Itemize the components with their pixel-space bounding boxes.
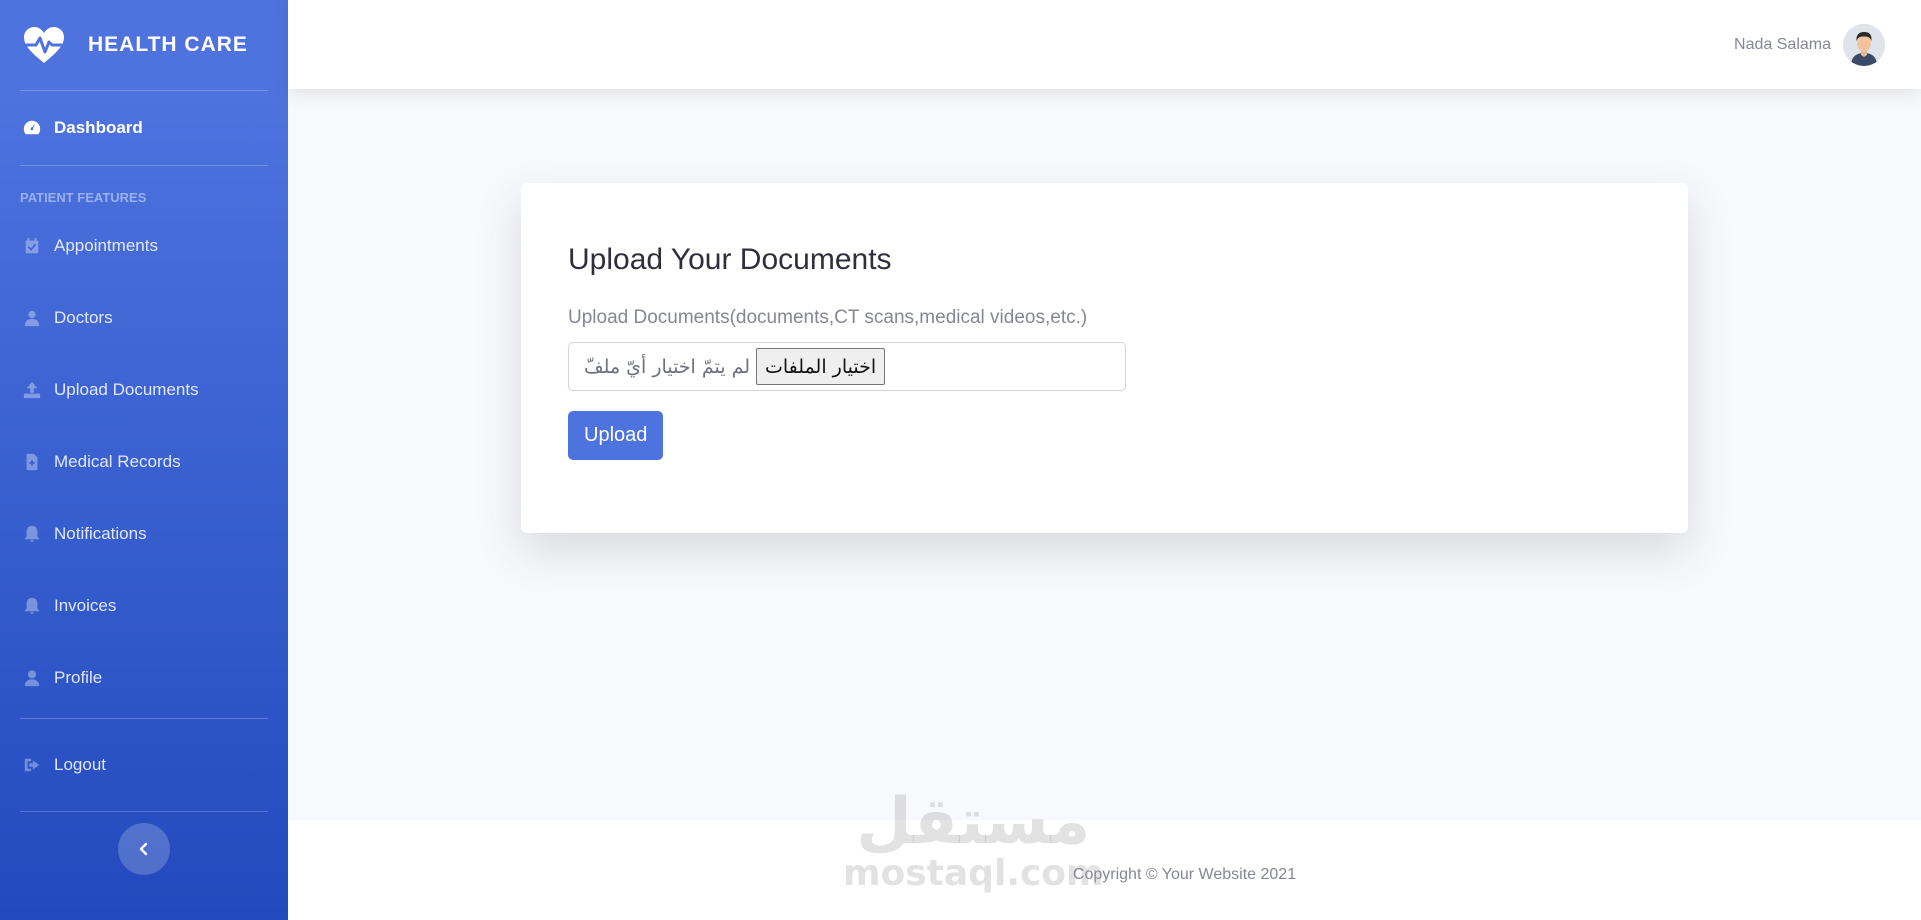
calendar-check-icon [22,236,42,256]
sidebar-item-doctors[interactable]: Doctors [0,282,288,354]
sidebar-divider [20,811,268,812]
sidebar-item-label: Appointments [54,236,158,255]
brand[interactable]: HEALTH CARE [0,0,288,90]
choose-files-button[interactable]: اختيار الملفات [756,348,886,385]
sidebar-item-label: Logout [54,755,106,774]
upload-field-label: Upload Documents(documents,CT scans,medi… [568,307,1088,328]
sidebar-item-invoices[interactable]: Invoices [0,570,288,642]
footer: Copyright © Your Website 2021 [288,820,1921,920]
sidebar-item-appointments[interactable]: Appointments [0,210,288,282]
file-input[interactable]: اختيار الملفات لم يتمّ اختيار أيّ ملفّ [568,342,1126,391]
avatar[interactable] [1843,23,1885,66]
sidebar-item-upload-documents[interactable]: Upload Documents [0,354,288,426]
sidebar-item-label: Upload Documents [54,380,199,399]
sidebar-heading: PATIENT FEATURES [20,190,147,205]
file-status-text: لم يتمّ اختيار أيّ ملفّ [584,355,750,378]
sidebar-item-medical-records[interactable]: Medical Records [0,426,288,498]
sidebar-item-label: Medical Records [54,452,181,471]
sidebar-item-profile[interactable]: Profile [0,642,288,714]
sidebar-item-logout[interactable]: Logout [0,719,288,811]
sidebar: HEALTH CARE Dashboard PATIENT FEATURES A… [0,0,288,920]
user-icon [22,668,42,688]
copyright-text: Copyright © Your Website 2021 [1072,866,1297,883]
watermark-latin: mostaql.com [843,853,1104,894]
topbar: Nada Salama [288,0,1921,89]
chevron-left-icon [139,842,148,856]
user-doctor-icon [22,308,42,328]
brand-name: HEALTH CARE [88,33,248,56]
sidebar-item-label: Profile [54,668,103,687]
upload-card: Upload Your Documents Upload Documents(d… [521,183,1688,533]
upload-button[interactable]: Upload [568,411,664,460]
sidebar-toggle-button[interactable] [118,823,170,875]
page-title: Upload Your Documents [568,243,892,276]
sign-out-icon [22,755,42,775]
bell-icon [22,596,42,616]
sidebar-item-dashboard[interactable]: Dashboard [0,91,288,165]
sidebar-item-label: Invoices [54,596,117,615]
watermark: مستقل mostaql.com [843,790,1104,892]
heartbeat-icon [24,27,64,63]
user-name[interactable]: Nada Salama [1734,36,1831,54]
tachometer-icon [22,118,42,138]
sidebar-item-notifications[interactable]: Notifications [0,498,288,570]
sidebar-item-label: Doctors [54,308,113,327]
bell-icon [22,524,42,544]
sidebar-item-label: Dashboard [54,118,143,137]
file-medical-icon [22,452,42,472]
sidebar-item-label: Notifications [54,524,147,543]
upload-icon [22,380,42,400]
watermark-arabic: مستقل [856,785,1091,859]
